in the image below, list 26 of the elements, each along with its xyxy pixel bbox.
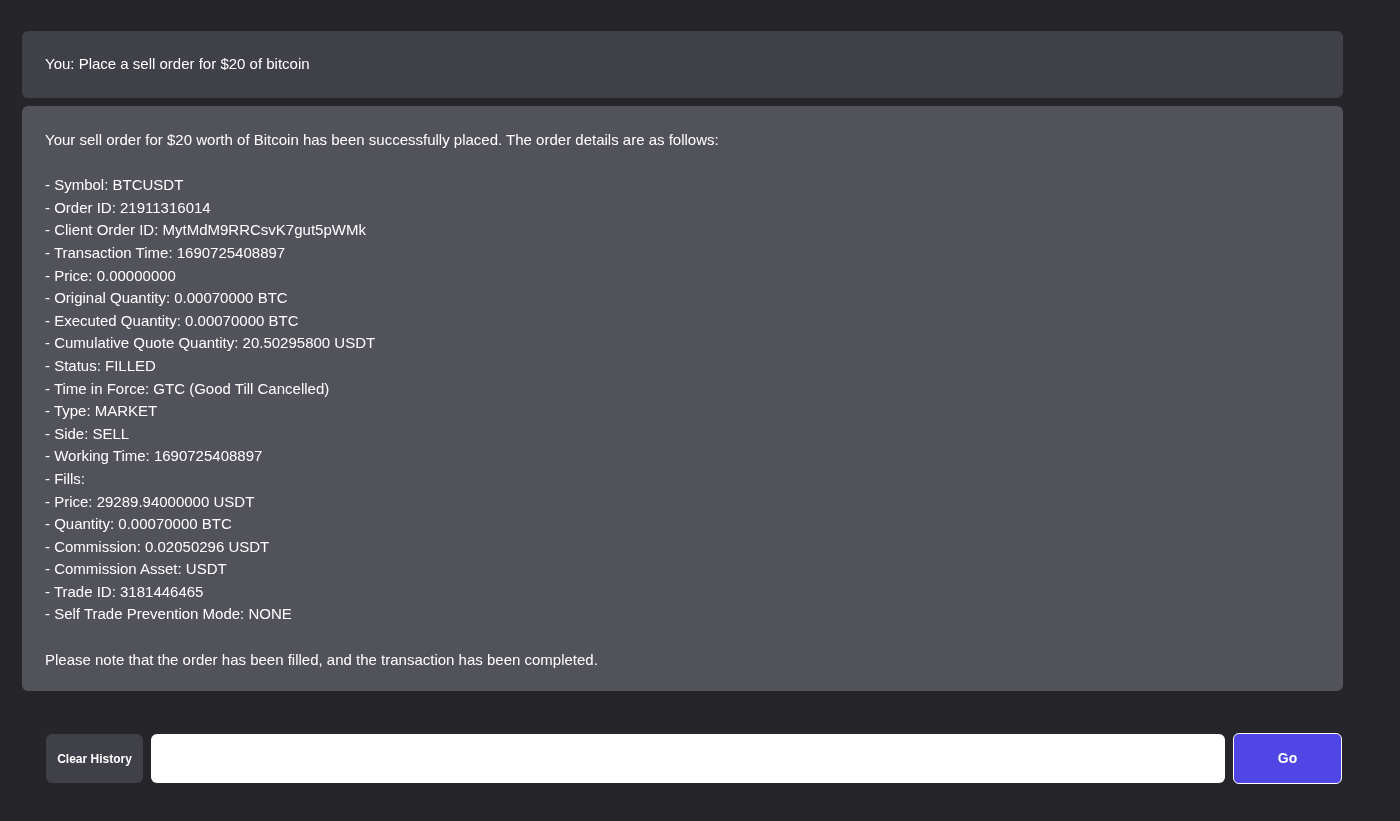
order-detail-line: - Working Time: 1690725408897 [45, 446, 264, 467]
order-detail-line: - Transaction Time: 1690725408897 [45, 242, 287, 263]
order-detail-line: - Commission Asset: USDT [45, 559, 228, 580]
order-detail-line: - Price: 0.00000000 [45, 265, 177, 286]
user-message-text: You: Place a sell order for $20 of bitcoin [45, 54, 310, 75]
order-detail-line: - Trade ID: 3181446465 [45, 581, 205, 602]
order-detail-line: - Order ID: 21911316014 [45, 197, 212, 218]
order-detail-line: - Status: FILLED [45, 355, 157, 376]
order-detail-line: - Symbol: BTCUSDT [45, 175, 185, 196]
go-button[interactable]: Go [1233, 733, 1342, 785]
order-detail-line: - Client Order ID: MytMdM9RRCsvK7gut5pWMk [45, 220, 367, 241]
order-detail-line: - Fills: [45, 468, 86, 489]
assistant-message-intro: Your sell order for $20 worth of Bitcoin has been successfully placed. The order details are as follows: [45, 130, 720, 150]
order-detail-line: - Commission: 0.02050296 USDT [45, 536, 271, 557]
order-detail-line: - Type: MARKET [45, 401, 159, 422]
order-detail-line: - Quantity: 0.00070000 BTC [45, 514, 233, 535]
order-detail-line: - Side: SELL [45, 423, 131, 444]
order-detail-line: - Price: 29289.94000000 USDT [45, 491, 256, 512]
message-input-field[interactable] [151, 734, 1225, 784]
order-detail-line: - Executed Quantity: 0.00070000 BTC [45, 310, 300, 331]
assistant-message-outro: Please note that the order has been filled, and the transaction has been completed. [45, 649, 599, 670]
clear-history-button[interactable]: Clear History [46, 734, 143, 784]
order-detail-line: - Time in Force: GTC (Good Till Cancelled) [45, 378, 331, 399]
order-detail-line: - Self Trade Prevention Mode: NONE [45, 604, 293, 625]
order-detail-line: - Original Quantity: 0.00070000 BTC [45, 288, 289, 309]
order-detail-line: - Cumulative Quote Quantity: 20.50295800 USDT [45, 333, 377, 354]
